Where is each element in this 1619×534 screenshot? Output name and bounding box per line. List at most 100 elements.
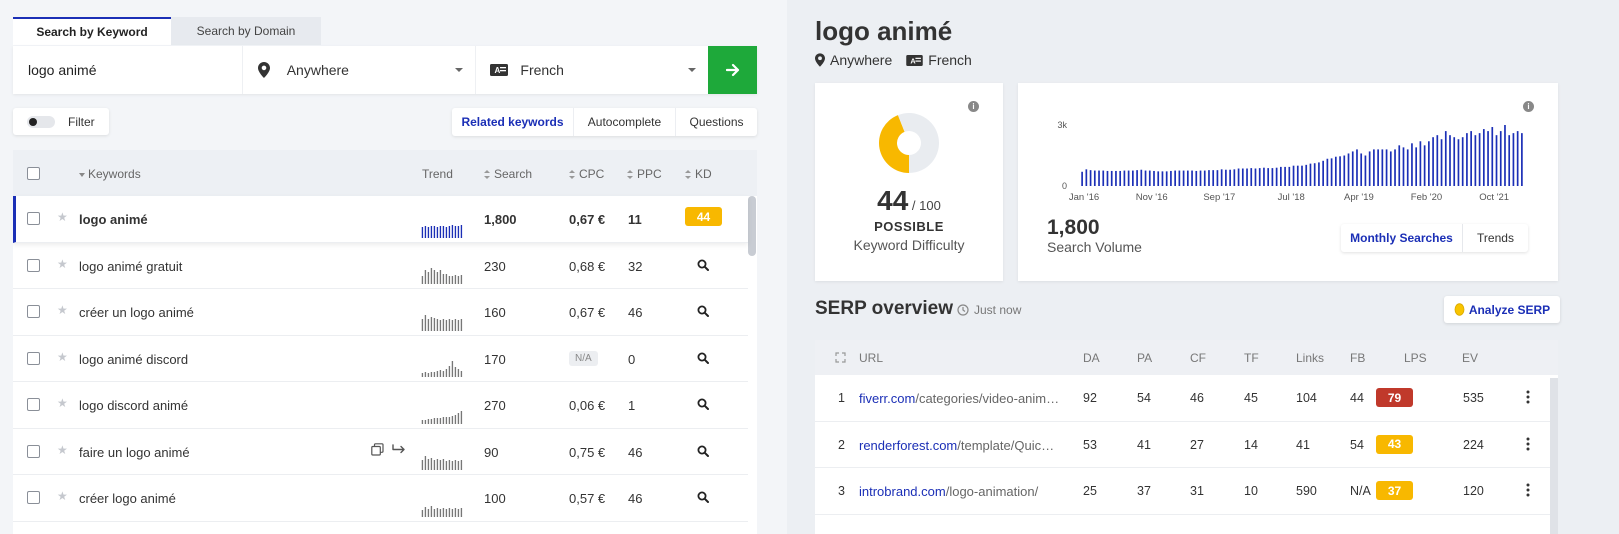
toggle-switch[interactable] (27, 115, 55, 128)
table-row[interactable]: ★ logo discord animé 270 0,06 € 1 (13, 382, 748, 429)
volume-bar (1250, 168, 1253, 186)
detail-location: Anywhere (830, 52, 893, 68)
table-row[interactable]: ★ créer logo animé 100 0,57 € 46 (13, 475, 748, 522)
kebab-menu-icon[interactable] (1526, 483, 1530, 497)
location-select[interactable]: Anywhere (243, 46, 477, 94)
info-icon[interactable]: i (968, 101, 979, 112)
table-scrollbar[interactable] (748, 196, 756, 256)
star-icon[interactable]: ★ (57, 257, 68, 271)
row-checkbox[interactable] (27, 212, 40, 225)
x-tick-label: Jul '18 (1278, 192, 1305, 203)
col-cpc[interactable]: CPC (569, 167, 604, 181)
keyword-text[interactable]: logo animé (79, 212, 148, 227)
forward-arrow-icon[interactable] (392, 443, 407, 456)
cpc-value: 0,68 € (569, 258, 606, 274)
serp-url-path[interactable]: /logo-animation/ (946, 484, 1039, 499)
select-all-checkbox[interactable] (27, 167, 40, 180)
volume-caption: Search Volume (1047, 239, 1142, 255)
serp-url[interactable]: fiverr.com/categories/video-anim… (859, 391, 1059, 406)
filter-toggle[interactable]: Filter (13, 108, 109, 135)
trend-bar (448, 416, 451, 424)
keyword-text[interactable]: logo animé discord (79, 352, 188, 367)
search-icon[interactable] (697, 445, 709, 457)
row-checkbox[interactable] (27, 351, 40, 365)
serp-da: 92 (1083, 391, 1097, 405)
row-checkbox[interactable] (27, 398, 40, 411)
volume-bar (1203, 170, 1206, 186)
kebab-menu-icon[interactable] (1526, 437, 1530, 451)
tab-questions[interactable]: Questions (676, 108, 757, 136)
keyword-text[interactable]: logo animé gratuit (79, 259, 182, 274)
tab-monthly-searches[interactable]: Monthly Searches (1341, 224, 1463, 252)
search-volume: 100 (484, 491, 506, 506)
serp-url-path[interactable]: /template/Quic… (957, 438, 1054, 453)
volume-bar (1373, 149, 1375, 186)
trend-bar (421, 419, 424, 424)
keyword-text[interactable]: faire un logo animé (79, 445, 190, 460)
col-kd[interactable]: KD (685, 167, 712, 181)
table-row[interactable]: ★ faire un logo animé 90 0,75 € 46 (13, 429, 748, 475)
star-icon[interactable]: ★ (57, 303, 68, 317)
volume-bar (1186, 170, 1189, 186)
row-checkbox[interactable] (27, 491, 40, 504)
trend-bar (424, 270, 427, 284)
tab-search-by-keyword[interactable]: Search by Keyword (13, 17, 171, 45)
keyword-text[interactable]: créer un logo animé (79, 305, 194, 320)
serp-url-domain[interactable]: fiverr.com (859, 391, 915, 406)
analyze-serp-button[interactable]: Analyze SERP (1444, 296, 1560, 323)
search-icon[interactable] (697, 398, 709, 410)
serp-url[interactable]: introbrand.com/logo-animation/ (859, 484, 1038, 499)
keyword-text[interactable]: logo discord animé (79, 398, 188, 413)
serp-row: 2 renderforest.com/template/Quic… 53 41 … (815, 422, 1550, 468)
table-row[interactable]: ★ logo animé discord 170 N/A 0 (13, 336, 748, 382)
keyword-type-tabs: Related keywords Autocomplete Questions (452, 108, 757, 136)
serp-scrollbar[interactable] (1550, 378, 1558, 534)
col-keywords[interactable]: Keywords (79, 167, 141, 181)
keyword-text[interactable]: créer logo animé (79, 491, 176, 506)
tab-autocomplete[interactable]: Autocomplete (574, 108, 676, 136)
trend-bar (421, 226, 424, 238)
col-search[interactable]: Search (484, 167, 532, 181)
star-icon[interactable]: ★ (57, 396, 68, 410)
volume-bar (1309, 163, 1312, 186)
tab-search-by-domain[interactable]: Search by Domain (171, 17, 321, 45)
search-icon[interactable] (697, 305, 709, 317)
arrow-right-icon (725, 63, 739, 77)
trend-bar (427, 459, 430, 470)
trend-bar (430, 458, 433, 470)
trend-bar (433, 317, 436, 331)
volume-bar (1153, 170, 1155, 186)
serp-url[interactable]: renderforest.com/template/Quic… (859, 438, 1054, 453)
row-checkbox[interactable] (27, 444, 40, 458)
star-icon[interactable]: ★ (57, 210, 68, 224)
col-ppc[interactable]: PPC (627, 167, 662, 181)
search-go-button[interactable] (708, 46, 758, 94)
star-icon[interactable]: ★ (57, 350, 68, 364)
serp-url-domain[interactable]: renderforest.com (859, 438, 957, 453)
expand-icon[interactable] (835, 352, 846, 363)
row-checkbox[interactable] (27, 305, 40, 318)
language-select[interactable]: A French (476, 46, 708, 94)
row-checkbox[interactable] (27, 258, 40, 272)
trend-bar (427, 318, 430, 331)
copy-icon[interactable] (371, 442, 384, 456)
tab-related-keywords[interactable]: Related keywords (452, 108, 574, 136)
trend-bar (427, 373, 430, 377)
trend-sparkline (421, 505, 463, 517)
serp-url-path[interactable]: /categories/video-anim… (915, 391, 1059, 406)
search-icon[interactable] (697, 352, 709, 364)
table-row[interactable]: ★ logo animé gratuit 230 0,68 € 32 (13, 243, 748, 289)
kebab-menu-icon[interactable] (1526, 390, 1530, 404)
table-row[interactable]: ★ logo animé 1,800 0,67 € 11 44 (13, 196, 748, 243)
serp-rank: 3 (838, 484, 845, 498)
search-icon[interactable] (697, 259, 709, 271)
search-icon[interactable] (697, 491, 709, 503)
tab-trends[interactable]: Trends (1463, 224, 1528, 252)
table-row[interactable]: ★ créer un logo animé 160 0,67 € 46 (13, 289, 748, 336)
keyword-input[interactable]: logo animé (13, 46, 243, 94)
serp-url-domain[interactable]: introbrand.com (859, 484, 946, 499)
volume-bar (1389, 151, 1392, 186)
star-icon[interactable]: ★ (57, 443, 68, 457)
star-icon[interactable]: ★ (57, 489, 68, 503)
volume-bar (1161, 171, 1164, 186)
